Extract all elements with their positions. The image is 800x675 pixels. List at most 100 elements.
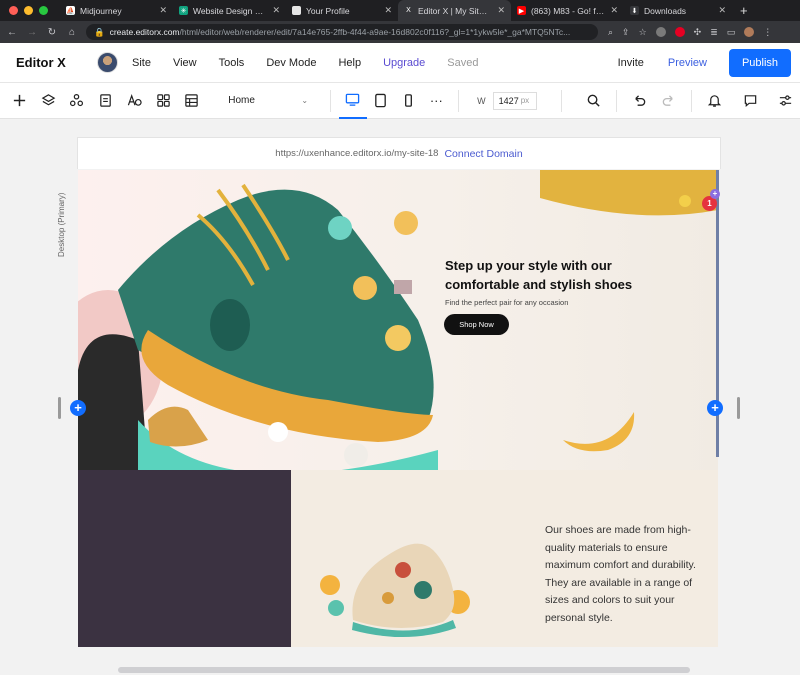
chevron-down-icon: ⌄: [301, 96, 309, 105]
more-breakpoints-icon[interactable]: ···: [422, 83, 450, 119]
menu-dev-mode[interactable]: Dev Mode: [266, 57, 316, 69]
back-icon[interactable]: ←: [4, 27, 20, 38]
connect-domain-link[interactable]: Connect Domain: [444, 148, 522, 160]
extension-pinterest-icon[interactable]: [674, 27, 685, 37]
typography-icon[interactable]: [120, 93, 149, 108]
browser-tab[interactable]: ✳ Website Design Outli ✕: [173, 0, 286, 21]
tab-close-icon[interactable]: ✕: [497, 5, 505, 16]
left-resize-handle[interactable]: [58, 397, 61, 419]
extension-mail-icon[interactable]: [655, 27, 666, 37]
extensions-puzzle-icon[interactable]: ✣: [694, 27, 702, 38]
tab-title: Downloads: [644, 5, 687, 16]
editor-menu: Site View Tools Dev Mode Help Upgrade Sa…: [132, 57, 500, 69]
tab-close-icon[interactable]: ✕: [159, 5, 167, 16]
home-icon[interactable]: ⌂: [64, 27, 80, 38]
tablet-breakpoint-icon[interactable]: [367, 83, 395, 119]
tab-title: (863) M83 - Go! feat: [531, 5, 605, 16]
tab-favicon-icon: ▶: [517, 6, 526, 15]
url-host: create.editorx.com: [109, 27, 180, 37]
menu-help[interactable]: Help: [338, 57, 361, 69]
editor-toolbar: Home ⌄ ··· W 1427 px: [0, 83, 800, 119]
reading-list-icon[interactable]: ≣: [710, 27, 718, 38]
width-unit: px: [520, 96, 530, 105]
preview-button[interactable]: Preview: [668, 57, 707, 69]
pages-icon[interactable]: [91, 93, 120, 108]
invite-button[interactable]: Invite: [618, 57, 644, 69]
inspector-panel-icon[interactable]: [771, 93, 800, 108]
undo-icon[interactable]: [625, 93, 654, 108]
browser-tab[interactable]: ⬇ Downloads ✕: [624, 0, 732, 21]
tab-close-icon[interactable]: ✕: [272, 5, 280, 16]
notifications-bell-icon[interactable]: [700, 93, 729, 108]
user-avatar[interactable]: [97, 52, 118, 73]
tab-favicon-icon: ✳: [179, 6, 188, 15]
hero-heading[interactable]: Step up your style with our comfortable …: [445, 256, 665, 294]
close-window-button[interactable]: [9, 6, 18, 15]
page-selector-value: Home: [228, 95, 255, 106]
tab-close-icon[interactable]: ✕: [384, 5, 392, 16]
layers-icon[interactable]: [34, 93, 63, 108]
desktop-breakpoint-icon[interactable]: [338, 83, 367, 119]
url-omnibox[interactable]: 🔒 create.editorx.com /html/editor/web/re…: [86, 24, 598, 40]
browser-tab[interactable]: ⛵ Midjourney ✕: [60, 0, 173, 21]
url-path: /html/editor/web/renderer/edit/7a14e765-…: [179, 27, 571, 37]
hero-subtext[interactable]: Find the perfect pair for any occasion: [445, 298, 568, 307]
components-icon[interactable]: [63, 93, 92, 108]
minimize-window-button[interactable]: [24, 6, 33, 15]
search-icon[interactable]: [580, 93, 609, 108]
add-section-right-button[interactable]: +: [707, 400, 723, 416]
forward-icon[interactable]: →: [24, 27, 40, 38]
cms-table-icon[interactable]: [178, 93, 207, 108]
maximize-window-button[interactable]: [39, 6, 48, 15]
menu-view[interactable]: View: [173, 57, 197, 69]
toolbar-divider: [616, 89, 618, 112]
width-label: W: [477, 95, 486, 106]
editor-canvas[interactable]: https://uxenhance.editorx.io/my-site-18 …: [0, 119, 800, 675]
menu-tools[interactable]: Tools: [219, 57, 245, 69]
about-section[interactable]: Our shoes are made from high-quality mat…: [78, 470, 718, 647]
page-selector[interactable]: Home ⌄: [220, 90, 314, 112]
tab-favicon-icon: X: [404, 6, 413, 15]
save-status: Saved: [447, 56, 479, 69]
site-url-bar: https://uxenhance.editorx.io/my-site-18 …: [77, 137, 721, 169]
editor-top-bar: Editor X Site View Tools Dev Mode Help U…: [0, 43, 800, 83]
add-elements-icon[interactable]: [5, 93, 34, 108]
add-element-small-button[interactable]: +: [710, 189, 720, 199]
toolbar-divider: [330, 89, 331, 112]
sneaker-illustration: [320, 543, 470, 638]
new-tab-button[interactable]: +: [732, 3, 756, 18]
comments-icon[interactable]: [736, 93, 765, 108]
browser-menu-icon[interactable]: ⋮: [763, 27, 772, 38]
bookmark-star-icon[interactable]: ☆: [639, 27, 647, 38]
browser-tab-bar: ⛵ Midjourney ✕ ✳ Website Design Outli ✕ Your P…: [0, 0, 800, 21]
zoom-icon[interactable]: ⌕: [608, 27, 613, 38]
horizontal-scrollbar[interactable]: [118, 667, 690, 673]
publish-button[interactable]: Publish: [729, 49, 791, 77]
lock-icon: 🔒: [94, 26, 105, 37]
tab-close-icon[interactable]: ✕: [718, 5, 726, 16]
breakpoint-label: Desktop (Primary): [57, 192, 66, 257]
apps-grid-icon[interactable]: [149, 93, 178, 108]
profile-avatar-icon[interactable]: [744, 27, 755, 37]
reload-icon[interactable]: ↻: [44, 27, 60, 38]
browser-tab[interactable]: Your Profile ✕: [286, 0, 398, 21]
browser-tab[interactable]: X Editor X | My Site 18 ✕: [398, 0, 511, 21]
tab-title: Editor X | My Site 18: [418, 5, 492, 16]
shop-now-button[interactable]: Shop Now: [444, 314, 509, 335]
tab-close-icon[interactable]: ✕: [610, 5, 618, 16]
hero-section[interactable]: Step up your style with our comfortable …: [78, 170, 718, 470]
editor-x-logo[interactable]: Editor X: [16, 55, 80, 70]
tab-title: Midjourney: [80, 5, 122, 16]
about-paragraph[interactable]: Our shoes are made from high-quality mat…: [545, 522, 705, 627]
redo-icon[interactable]: [654, 93, 683, 108]
canvas-width-input[interactable]: 1427 px: [492, 91, 537, 110]
add-section-left-button[interactable]: +: [70, 400, 86, 416]
menu-site[interactable]: Site: [132, 57, 151, 69]
sidebar-icon[interactable]: ▭: [727, 27, 736, 38]
hero-shoe-artwork: [78, 170, 718, 470]
share-icon[interactable]: ⇪: [622, 27, 630, 38]
browser-tab[interactable]: ▶ (863) M83 - Go! feat ✕: [511, 0, 624, 21]
right-resize-handle[interactable]: [737, 397, 740, 419]
mobile-breakpoint-icon[interactable]: [395, 83, 423, 119]
upgrade-link[interactable]: Upgrade: [383, 57, 425, 69]
